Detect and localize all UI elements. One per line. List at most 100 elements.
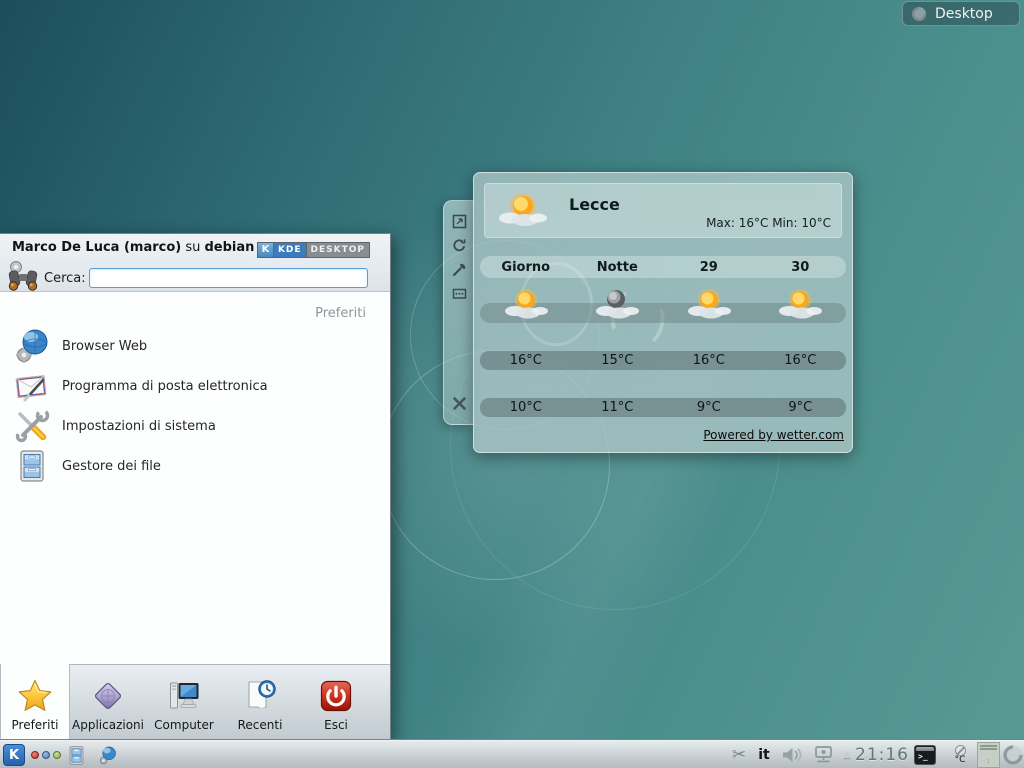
kde-logo-icon: K [258,243,274,257]
desktop-toolbox-label: Desktop [935,6,993,22]
speaker-icon [781,746,805,764]
weather-col-label: 30 [755,260,847,275]
search-label: Cerca: [44,271,86,286]
night-temp: 9°C [755,400,847,415]
chevron-up-icon: ▲ [844,750,851,760]
menu-item-label: Impostazioni di sistema [62,419,216,434]
favorites-section-label: Preferiti [315,306,366,321]
tab-computer[interactable]: Computer [146,665,222,739]
tab-label: Esci [324,718,348,732]
blue-dot-icon[interactable] [42,751,50,759]
keyboard-layout-indicator[interactable]: it [753,744,775,766]
diamond-icon [90,678,126,714]
keyboard-layout-label: it [758,747,770,763]
plasma-cashew-icon [911,6,927,22]
search-input[interactable] [89,268,368,288]
sun-cloud-icon [503,286,549,322]
panel-dots[interactable] [30,744,62,766]
night-temp: 9°C [663,400,755,415]
plasmoid-handle[interactable] [443,200,474,425]
network-tray-item[interactable] [811,744,837,766]
green-dot-icon[interactable] [53,751,61,759]
computer-icon [166,678,202,714]
plasma-cashew-icon [1002,744,1024,766]
crossed-tools-icon [14,408,50,444]
day-temp: 16°C [480,353,572,368]
scissors-icon: ✂ [732,745,746,765]
binoculars-search-icon [5,258,41,294]
weather-col-label: Notte [572,260,664,275]
menu-item-label: Programma di posta elettronica [62,379,268,394]
clipboard-tray-item[interactable]: ✂ [727,744,751,766]
user-separator: su [181,240,204,255]
close-icon[interactable] [451,395,468,412]
tab-applicazioni[interactable]: Applicazioni [70,665,146,739]
rotate-icon[interactable] [451,237,468,254]
menu-item-file-manager[interactable]: Gestore dei file [14,446,380,486]
red-dot-icon[interactable] [31,751,39,759]
weather-credit-link[interactable]: Powered by wetter.com [703,428,844,442]
resize-icon[interactable] [451,213,468,230]
panel-toolbox-button[interactable] [1001,744,1024,766]
settings-box-icon[interactable] [451,285,468,302]
weather-col-label: 29 [663,260,755,275]
day-temp: 16°C [755,353,847,368]
weather-city: Lecce [569,195,620,214]
no-data-icon [955,745,966,756]
terminal-icon: >_ [914,745,936,765]
weather-tray-item[interactable]: °C [947,744,973,766]
weather-icons-row [480,303,846,323]
menu-item-mail-client[interactable]: Programma di posta elettronica [14,366,380,406]
tab-recenti[interactable]: Recenti [222,665,298,739]
tab-label: Preferiti [12,718,59,732]
temp-unit-label: °C [955,756,966,765]
kickoff-header: Marco De Luca (marco) su debian K KDE DE… [0,234,390,292]
file-cabinet-icon [66,745,87,766]
tray-expander-button[interactable]: ▲ [840,744,854,766]
kde-desktop-badge: K KDE DESKTOP [257,242,370,258]
volume-tray-item[interactable] [779,744,807,766]
weather-night-temps: 10°C 11°C 9°C 9°C [480,398,846,417]
day-temp: 15°C [572,353,664,368]
star-icon [17,678,53,714]
globe-gear-icon [14,328,50,364]
globe-gear-icon [98,745,118,765]
document-clock-icon [242,678,278,714]
night-temp: 11°C [572,400,664,415]
weather-header: Lecce Max: 16°C Min: 10°C [484,183,842,238]
power-icon [318,678,354,714]
weather-widget: Lecce Max: 16°C Min: 10°C Giorno Notte 2… [473,172,853,453]
weather-column-headers: Giorno Notte 29 30 [480,256,846,278]
sun-cloud-icon [686,286,732,322]
weather-col-label: Giorno [480,260,572,275]
tab-preferiti[interactable]: Preferiti [0,664,70,739]
web-browser-launcher[interactable] [96,744,120,766]
desktop-toolbox-button[interactable]: Desktop [902,1,1020,26]
terminal-tray-item[interactable]: >_ [913,744,937,766]
network-monitor-icon [813,745,835,765]
menu-item-label: Browser Web [62,339,147,354]
taskbar-panel: K ✂ it [0,740,1024,768]
menu-item-browser-web[interactable]: Browser Web [14,326,380,366]
digital-clock[interactable]: 21:16 [853,744,911,766]
kickoff-menu: Marco De Luca (marco) su debian K KDE DE… [0,233,391,740]
tab-esci[interactable]: Esci [298,665,374,739]
kde-badge-label: KDE [274,243,307,257]
menu-item-system-settings[interactable]: Impostazioni di sistema [14,406,380,446]
application-launcher-button[interactable]: K [3,744,25,766]
file-cabinet-icon [14,448,50,484]
desktop-badge-label: DESKTOP [307,243,369,257]
file-manager-launcher[interactable] [64,744,88,766]
night-temp: 10°C [480,400,572,415]
panel-mini-widget[interactable]: : [977,742,1000,768]
mail-pen-icon [14,368,50,404]
sun-cloud-icon [777,286,823,322]
configure-wrench-icon[interactable] [451,261,468,278]
moon-cloud-icon [594,286,640,322]
favorites-list: Browser Web Programma di posta elettroni… [14,326,380,486]
kickoff-user-line: Marco De Luca (marco) su debian [12,240,254,255]
tab-label: Applicazioni [72,718,144,732]
kickoff-tab-bar: Preferiti Applicazioni [0,664,390,739]
weather-maxmin: Max: 16°C Min: 10°C [706,216,831,230]
sun-cloud-icon [497,189,549,231]
